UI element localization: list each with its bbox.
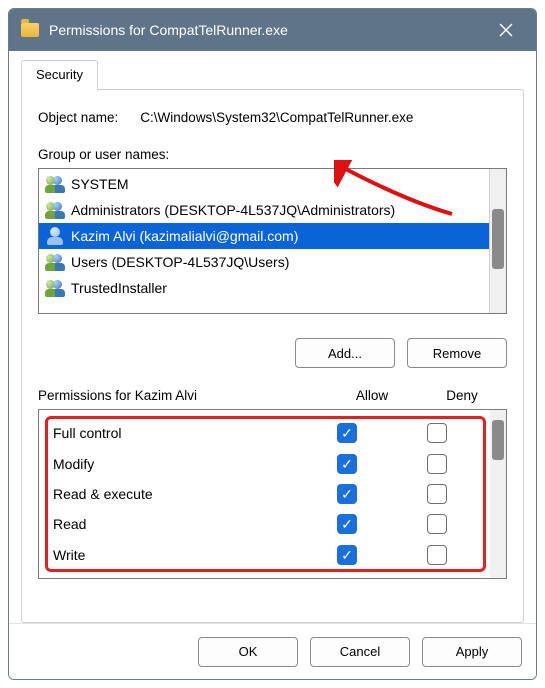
cancel-button[interactable]: Cancel — [310, 637, 410, 667]
list-item[interactable]: Administrators (DESKTOP-4L537JQ\Administ… — [39, 197, 489, 223]
deny-checkbox[interactable] — [427, 545, 447, 565]
group-names-label: Group or user names: — [38, 147, 507, 162]
ok-button[interactable]: OK — [198, 637, 298, 667]
deny-header: Deny — [417, 388, 507, 403]
list-item-label: Administrators (DESKTOP-4L537JQ\Administ… — [71, 202, 395, 218]
allow-checkbox[interactable] — [337, 423, 357, 443]
tab-strip: Security — [21, 59, 524, 89]
list-item[interactable]: SYSTEM — [39, 171, 489, 197]
permissions-header: Permissions for Kazim Alvi Allow Deny — [38, 388, 507, 403]
deny-checkbox[interactable] — [427, 454, 447, 474]
permission-row: Read — [53, 510, 482, 538]
allow-checkbox[interactable] — [337, 454, 357, 474]
permission-name: Full control — [53, 425, 302, 441]
list-item-label: SYSTEM — [71, 176, 129, 192]
list-item-label: Users (DESKTOP-4L537JQ\Users) — [71, 254, 289, 270]
permission-row: Read & execute — [53, 480, 482, 508]
dialog-footer: OK Cancel Apply — [9, 623, 536, 679]
allow-checkbox[interactable] — [337, 514, 357, 534]
list-item[interactable]: Users (DESKTOP-4L537JQ\Users) — [39, 249, 489, 275]
deny-checkbox[interactable] — [427, 484, 447, 504]
object-name-label: Object name: — [38, 110, 118, 125]
group-icon — [45, 175, 65, 193]
allow-checkbox[interactable] — [337, 484, 357, 504]
list-item-label: Kazim Alvi (kazimalialvi@gmail.com) — [71, 228, 298, 244]
user-icon — [45, 227, 65, 245]
tab-security[interactable]: Security — [21, 60, 98, 90]
apply-button[interactable]: Apply — [422, 637, 522, 667]
permission-name: Modify — [53, 456, 302, 472]
permission-name: Read — [53, 516, 302, 532]
permissions-dialog: Permissions for CompatTelRunner.exe Secu… — [8, 8, 537, 680]
remove-button[interactable]: Remove — [407, 338, 507, 368]
client-area: Security Object name: C:\Windows\System3… — [9, 51, 536, 623]
object-name-row: Object name: C:\Windows\System32\CompatT… — [38, 110, 507, 125]
folder-icon — [21, 23, 39, 37]
list-item-label: TrustedInstaller — [71, 280, 167, 296]
principals-scrollbar[interactable] — [490, 169, 506, 313]
allow-checkbox[interactable] — [337, 545, 357, 565]
object-name-value: C:\Windows\System32\CompatTelRunner.exe — [140, 110, 507, 125]
principal-buttons: Add... Remove — [38, 338, 507, 368]
titlebar: Permissions for CompatTelRunner.exe — [9, 9, 536, 51]
group-icon — [45, 279, 65, 297]
group-icon — [45, 201, 65, 219]
window-title: Permissions for CompatTelRunner.exe — [49, 22, 484, 38]
permission-name: Write — [53, 547, 302, 563]
permission-row: Modify — [53, 450, 482, 478]
list-item[interactable]: TrustedInstaller — [39, 275, 489, 301]
group-icon — [45, 253, 65, 271]
allow-header: Allow — [327, 388, 417, 403]
permission-name: Read & execute — [53, 486, 302, 502]
deny-checkbox[interactable] — [427, 514, 447, 534]
permission-row: Full control — [53, 419, 482, 447]
permissions-listbox: Full control Modify Read & execute Read Writ… — [38, 409, 507, 579]
add-button[interactable]: Add... — [295, 338, 395, 368]
deny-checkbox[interactable] — [427, 423, 447, 443]
list-item[interactable]: Kazim Alvi (kazimalialvi@gmail.com) — [39, 223, 489, 249]
security-panel: Object name: C:\Windows\System32\CompatT… — [21, 89, 524, 623]
principals-listbox[interactable]: SYSTEM Administrators (DESKTOP-4L537JQ\Ad… — [38, 168, 507, 314]
permissions-scrollbar[interactable] — [490, 410, 506, 578]
close-button[interactable] — [484, 9, 528, 51]
close-icon — [499, 23, 513, 37]
permissions-title: Permissions for Kazim Alvi — [38, 388, 327, 403]
permission-row: Write — [53, 541, 482, 569]
